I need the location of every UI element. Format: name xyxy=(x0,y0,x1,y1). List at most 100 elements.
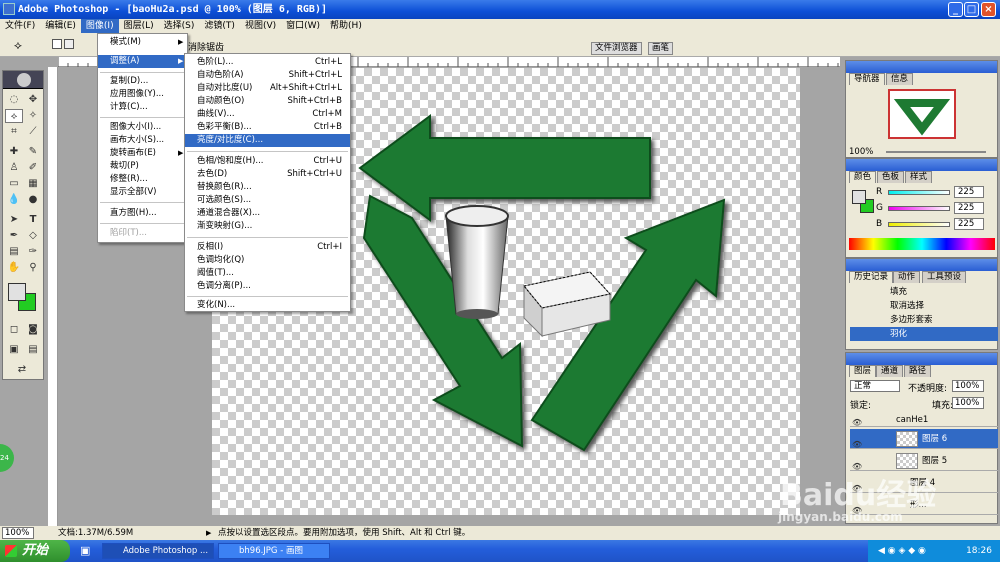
tab-paths[interactable]: 路径 xyxy=(904,365,932,377)
menu-item-calculations[interactable]: 计算(C)... xyxy=(98,101,187,114)
eyedropper-icon[interactable]: ✑ xyxy=(24,245,42,259)
anti-alias-label[interactable]: 消除锯齿 xyxy=(188,40,224,53)
tab-channels[interactable]: 通道 xyxy=(876,365,904,377)
adjust-item-variations[interactable]: 变化(N)... xyxy=(185,299,350,312)
adjust-item-equalize[interactable]: 色调均化(Q) xyxy=(185,254,350,267)
maximize-button[interactable]: □ xyxy=(964,2,979,17)
channel-g-slider[interactable] xyxy=(888,206,950,211)
adjust-item-selective-color[interactable]: 可选颜色(S)... xyxy=(185,194,350,207)
status-arrow-icon[interactable]: ▶ xyxy=(206,526,211,540)
lasso-tool-icon-active[interactable]: ⟡ xyxy=(5,109,23,123)
menu-item-mode[interactable]: 模式(M) ▶ xyxy=(98,36,187,49)
stamp-tool-icon[interactable]: ♙ xyxy=(5,161,23,175)
tab-brushes[interactable]: 画笔 xyxy=(648,42,674,55)
hand-tool-icon[interactable]: ✋ xyxy=(5,261,23,275)
menu-item-apply-image[interactable]: 应用图像(Y)... xyxy=(98,88,187,101)
magic-wand-icon[interactable]: ✧ xyxy=(24,109,42,123)
eye-icon[interactable]: 👁 xyxy=(852,416,862,430)
crop-tool-icon[interactable]: ⌗ xyxy=(5,125,23,139)
healing-brush-icon[interactable]: ✚ xyxy=(5,145,23,159)
menu-item-image-size[interactable]: 图像大小(I)... xyxy=(98,121,187,134)
dodge-tool-icon[interactable]: ● xyxy=(24,193,42,207)
menu-file[interactable]: 文件(F) xyxy=(0,19,40,33)
minimize-button[interactable]: _ xyxy=(948,2,963,17)
shape-tool-icon[interactable]: ◇ xyxy=(24,229,42,243)
adjust-item-threshold[interactable]: 阈值(T)... xyxy=(185,267,350,280)
adjust-item-desaturate[interactable]: 去色(D) Shift+Ctrl+U xyxy=(185,168,350,181)
tab-navigator[interactable]: 导航器 xyxy=(849,73,885,85)
adjust-item-posterize[interactable]: 色调分离(P)... xyxy=(185,280,350,293)
navigator-zoom[interactable]: 100% xyxy=(849,147,873,157)
tab-file-browser[interactable]: 文件浏览器 xyxy=(591,42,642,55)
adjust-item-curves[interactable]: 曲线(V)... Ctrl+M xyxy=(185,108,350,121)
layer-group-row[interactable]: 👁 canHe1 xyxy=(850,413,998,427)
layer-row-selected[interactable]: 👁 图层 6 xyxy=(850,429,998,449)
fill-input[interactable]: 100% xyxy=(952,397,984,409)
channel-r-value[interactable]: 225 xyxy=(954,186,984,198)
channel-b-value[interactable]: 225 xyxy=(954,218,984,230)
add-selection-icon[interactable] xyxy=(64,39,74,49)
zoom-tool-icon[interactable]: ⚲ xyxy=(24,261,42,275)
type-tool-icon[interactable]: T xyxy=(24,213,42,227)
menu-layer[interactable]: 图层(L) xyxy=(119,19,159,33)
tab-tool-presets[interactable]: 工具预设 xyxy=(922,271,967,283)
menu-select[interactable]: 选择(S) xyxy=(159,19,200,33)
gradient-tool-icon[interactable]: ▦ xyxy=(24,177,42,191)
quicklaunch-desktop-icon[interactable]: ▣ xyxy=(80,544,90,557)
navigator-thumbnail[interactable] xyxy=(888,89,956,139)
menu-edit[interactable]: 编辑(E) xyxy=(40,19,81,33)
status-doc-size[interactable]: 文档:1.37M/6.59M xyxy=(58,526,133,540)
standard-mode-icon[interactable]: ◻ xyxy=(5,323,23,337)
menu-item-canvas-size[interactable]: 画布大小(S)... xyxy=(98,134,187,147)
adjust-item-gradient-map[interactable]: 渐变映射(G)... xyxy=(185,220,350,233)
new-selection-icon[interactable] xyxy=(52,39,62,49)
adjust-item-auto-contrast[interactable]: 自动对比度(U) Alt+Shift+Ctrl+L xyxy=(185,82,350,95)
adjust-item-auto-color[interactable]: 自动颜色(O) Shift+Ctrl+B xyxy=(185,95,350,108)
menu-item-histogram[interactable]: 直方图(H)... xyxy=(98,207,187,220)
task-paint[interactable]: bh96.JPG - 画图 xyxy=(218,543,330,559)
task-photoshop[interactable]: Adobe Photoshop ... xyxy=(102,543,214,559)
menu-item-reveal-all[interactable]: 显示全部(V) xyxy=(98,186,187,199)
move-tool-icon[interactable]: ✥ xyxy=(24,93,42,107)
menu-item-duplicate[interactable]: 复制(D)... xyxy=(98,75,187,88)
adjust-item-levels[interactable]: 色阶(L)... Ctrl+L xyxy=(185,56,350,69)
menu-item-adjust[interactable]: 调整(A) ▶ xyxy=(98,55,187,68)
pen-tool-icon[interactable]: ✒ xyxy=(5,229,23,243)
menu-view[interactable]: 视图(V) xyxy=(240,19,281,33)
screen-mode-icon[interactable]: ▣ xyxy=(5,343,23,357)
history-item[interactable]: 多边形套索 xyxy=(850,313,998,327)
tab-color[interactable]: 颜色 xyxy=(849,171,877,183)
quickmask-mode-icon[interactable]: ◙ xyxy=(24,323,42,337)
menu-item-crop[interactable]: 裁切(P) xyxy=(98,160,187,173)
adjust-item-color-balance[interactable]: 色彩平衡(B)... Ctrl+B xyxy=(185,121,350,134)
menu-filter[interactable]: 滤镜(T) xyxy=(199,19,240,33)
layer-row[interactable]: 👁 图层 5 xyxy=(850,451,998,471)
channel-r-slider[interactable] xyxy=(888,190,950,195)
tab-layers[interactable]: 图层 xyxy=(849,365,877,377)
menu-window[interactable]: 窗口(W) xyxy=(281,19,325,33)
eraser-tool-icon[interactable]: ▭ xyxy=(5,177,23,191)
adjust-item-replace-color[interactable]: 替换颜色(R)... xyxy=(185,181,350,194)
menu-image[interactable]: 图像(I) xyxy=(80,19,119,33)
history-item[interactable]: 取消选择 xyxy=(850,299,998,313)
channel-g-value[interactable]: 225 xyxy=(954,202,984,214)
tab-actions[interactable]: 动作 xyxy=(893,271,921,283)
history-item[interactable]: 填充 xyxy=(850,285,998,299)
adjust-item-hue-saturation[interactable]: 色相/饱和度(H)... Ctrl+U xyxy=(185,155,350,168)
tab-history[interactable]: 历史记录 xyxy=(849,271,894,283)
blend-mode-select[interactable]: 正常 xyxy=(850,380,900,392)
marquee-tool-icon[interactable]: ◌ xyxy=(5,93,23,107)
color-ramp[interactable] xyxy=(849,238,995,250)
tab-swatches[interactable]: 色板 xyxy=(877,171,905,183)
tab-styles[interactable]: 样式 xyxy=(905,171,933,183)
menu-item-trim[interactable]: 修整(R)... xyxy=(98,173,187,186)
adjust-item-brightness-contrast[interactable]: 亮度/对比度(C)... xyxy=(185,134,350,147)
zoom-slider[interactable] xyxy=(886,151,986,153)
tray-icons[interactable]: ◀ ◉ ◈ ◆ ◉ xyxy=(878,540,926,562)
adjust-item-channel-mixer[interactable]: 通道混合器(X)... xyxy=(185,207,350,220)
brush-tool-icon[interactable]: ✎ xyxy=(24,145,42,159)
history-brush-icon[interactable]: ✐ xyxy=(24,161,42,175)
opacity-input[interactable]: 100% xyxy=(952,380,984,392)
menu-item-rotate-canvas[interactable]: 旋转画布(E) ▶ xyxy=(98,147,187,160)
jump-to-imageready-icon[interactable]: ⇄ xyxy=(13,363,31,377)
